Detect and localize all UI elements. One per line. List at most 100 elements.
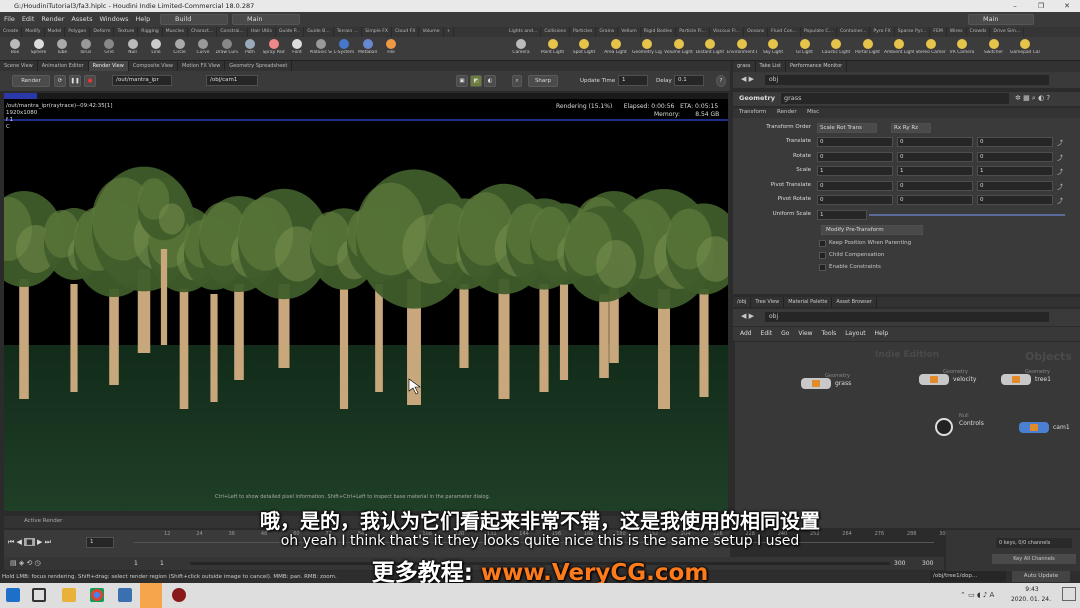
shelf-tab[interactable]: Container...	[837, 27, 871, 37]
rop-path-field[interactable]: /out/mantra_ipr	[112, 75, 172, 86]
channel-icon[interactable]: ⤴	[1057, 196, 1063, 205]
camera-path-field[interactable]: /obj/cam1	[206, 75, 258, 86]
uniform-scale-field[interactable]: 1	[817, 210, 867, 220]
param-value-field[interactable]: 0	[897, 137, 973, 147]
shelf-tool[interactable]: Point Light	[538, 38, 568, 60]
uniform-scale-slider[interactable]	[869, 214, 1065, 216]
menu-windows[interactable]: Windows	[99, 15, 128, 23]
region-icon[interactable]: ◩	[470, 75, 482, 87]
shelf-tab[interactable]: Rigid Bodies	[641, 27, 677, 37]
shelf-tab[interactable]: Cloud FX	[392, 27, 420, 37]
notifications-icon[interactable]	[1062, 587, 1076, 601]
shelf-tool[interactable]: Line	[145, 38, 167, 60]
shelf-tool[interactable]: GI Light	[790, 38, 820, 60]
help-icon[interactable]: ?	[716, 75, 726, 87]
param-value-field[interactable]: 0	[977, 180, 1053, 191]
channel-icon[interactable]: ⤴	[1057, 138, 1063, 147]
shelf-tool[interactable]: Circle	[169, 38, 191, 60]
desktop-right-select[interactable]: Main	[968, 14, 1034, 25]
sharp-select[interactable]: Sharp	[528, 75, 558, 87]
shelf-tool[interactable]: Path	[239, 38, 261, 60]
network-node[interactable]	[935, 418, 953, 436]
channel-icon[interactable]: ⤴	[1057, 167, 1063, 176]
tab-asset-browser[interactable]: Asset Browser	[832, 297, 877, 307]
shelf-tool[interactable]: Grid	[98, 38, 120, 60]
tab-scene-view[interactable]: Scene View	[0, 61, 38, 71]
shelf-tab[interactable]: Texture	[114, 27, 139, 37]
param-value-field[interactable]: 1	[817, 166, 893, 176]
shelf-tool[interactable]: File	[380, 38, 402, 60]
shelf-tool[interactable]: L-System	[333, 38, 355, 60]
net-menu-help[interactable]: Help	[875, 327, 889, 341]
shelf-tool[interactable]: Torus	[75, 38, 97, 60]
net-menu-edit[interactable]: Edit	[761, 327, 773, 341]
windows-start-icon[interactable]	[6, 588, 20, 602]
task-view-icon[interactable]	[32, 588, 46, 602]
color-icon[interactable]: ◐	[484, 75, 496, 87]
shelf-tool[interactable]: Null	[122, 38, 144, 60]
node-gear-icon[interactable]: ✲ ▦ ⌕ ◐ ?	[1015, 94, 1050, 103]
network-path-field[interactable]: obj	[765, 312, 1049, 322]
shelf-tab[interactable]: Create	[0, 27, 23, 37]
net-menu-view[interactable]: View	[798, 327, 812, 341]
shelf-tab[interactable]: Deform	[90, 27, 115, 37]
param-value-field[interactable]: 0	[817, 151, 893, 162]
tab-motion-fx-view[interactable]: Motion FX View	[178, 61, 226, 71]
shelf-tab[interactable]: Vellum	[618, 27, 641, 37]
shelf-tab[interactable]: Particle Fl...	[676, 27, 710, 37]
params-path-field[interactable]: obj	[765, 75, 1049, 85]
param-value-field[interactable]: 0	[977, 151, 1053, 162]
refresh-icon[interactable]: ⟳	[54, 75, 66, 87]
app-icon[interactable]	[172, 588, 186, 602]
update-time-field[interactable]: 1	[618, 75, 648, 86]
shelf-tool[interactable]: Ambient Light	[884, 38, 914, 60]
shelf-tab[interactable]: Oceans	[744, 27, 769, 37]
shelf-tab[interactable]: Charact...	[188, 27, 218, 37]
menu-help[interactable]: Help	[135, 15, 150, 23]
shelf-tool[interactable]: Platonic Solids	[310, 38, 332, 60]
tab-animation-editor[interactable]: Animation Editor	[38, 61, 89, 71]
shelf-tool[interactable]: Geometry Light	[632, 38, 662, 60]
back-icon[interactable]: ◀ ▶	[741, 312, 754, 320]
network-node[interactable]	[1019, 422, 1049, 433]
shelf-tool[interactable]: Caustic Light	[821, 38, 851, 60]
network-node[interactable]	[1001, 374, 1031, 385]
network-node[interactable]	[801, 378, 831, 389]
shelf-tab[interactable]: Polygon	[65, 27, 91, 37]
transform-order-select[interactable]: Scale Rot Trans	[817, 123, 877, 133]
node-name-field[interactable]: grass	[781, 93, 1009, 104]
subtab-misc[interactable]: Misc	[807, 109, 819, 115]
shelf-tab[interactable]: Sparse Pyr...	[895, 27, 931, 37]
shelf-tool[interactable]: Spray Paint	[263, 38, 285, 60]
shelf-tool[interactable]: Portal Light	[853, 38, 883, 60]
file-explorer-icon[interactable]	[62, 588, 76, 602]
shelf-tool[interactable]: Curve	[192, 38, 214, 60]
shelf-tab[interactable]: Viscous Fl...	[710, 27, 745, 37]
checkbox[interactable]	[819, 240, 826, 247]
desktop-main-select[interactable]: Main	[232, 14, 300, 25]
param-value-field[interactable]: 0	[977, 195, 1053, 205]
tab-material-palette[interactable]: Material Palette	[784, 297, 833, 307]
shelf-tool[interactable]: Spot Light	[569, 38, 599, 60]
minimize-button[interactable]: –	[1002, 0, 1028, 12]
param-value-field[interactable]: 0	[897, 195, 973, 205]
param-value-field[interactable]: 0	[977, 137, 1053, 147]
shelf-tool[interactable]: Volume Light	[664, 38, 694, 60]
shelf-tool[interactable]: Tube	[51, 38, 73, 60]
param-value-field[interactable]: 1	[897, 166, 973, 176]
subtab-render[interactable]: Render	[777, 109, 797, 115]
shelf-tool[interactable]: VR Camera	[947, 38, 977, 60]
channel-icon[interactable]: ⤴	[1057, 153, 1063, 162]
shelf-tab[interactable]: Populate C...	[801, 27, 837, 37]
desktop-build-select[interactable]: Build	[160, 14, 228, 25]
network-view[interactable]: Indie Edition Objects Geometry grass Geome…	[735, 342, 1080, 528]
tab-take-list[interactable]: Take List	[756, 61, 786, 72]
menu-file[interactable]: File	[4, 15, 15, 23]
param-value-field[interactable]: 0	[897, 180, 973, 191]
param-value-field[interactable]: 0	[817, 180, 893, 191]
param-value-field[interactable]: 1	[977, 166, 1053, 176]
tab-grass[interactable]: grass	[733, 61, 756, 72]
shelf-tool[interactable]: Sky Light	[758, 38, 788, 60]
shelf-tab[interactable]: Drive Sim...	[990, 27, 1025, 37]
houdini-icon[interactable]	[140, 583, 162, 608]
